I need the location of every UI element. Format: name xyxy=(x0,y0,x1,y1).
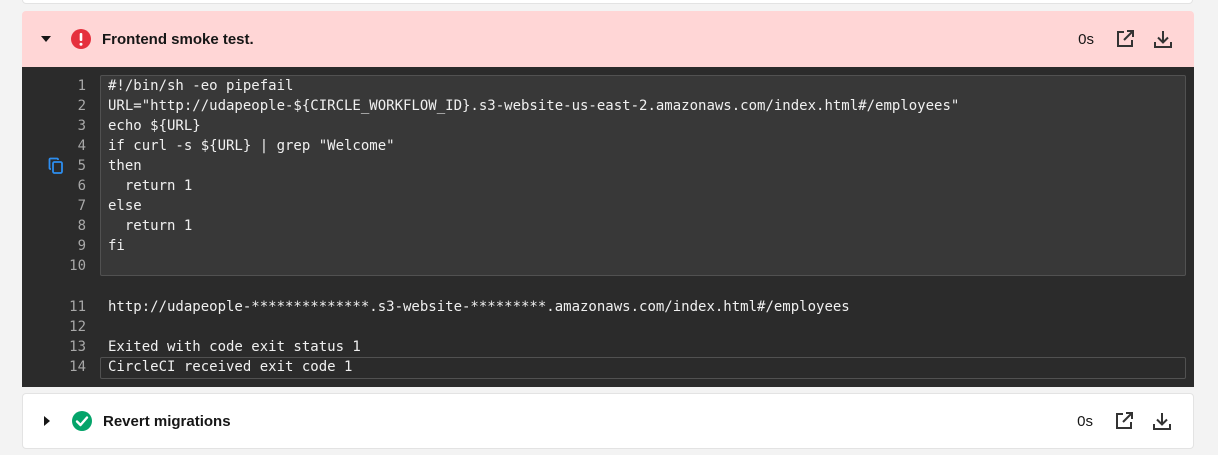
line-number: 4 xyxy=(77,138,86,154)
line-number: 3 xyxy=(77,118,86,134)
line-text: if curl -s ${URL} | grep "Welcome" xyxy=(108,138,395,154)
line-number: 2 xyxy=(77,98,86,114)
line-text: echo ${URL} xyxy=(108,118,201,134)
line-number: 7 xyxy=(77,198,86,214)
line-text: return 1 xyxy=(108,218,193,234)
line-number: 9 xyxy=(77,238,86,254)
download-icon[interactable] xyxy=(1143,402,1181,440)
step-duration: 0s xyxy=(1077,412,1093,430)
line-number: 10 xyxy=(69,258,86,274)
open-in-new-tab-icon[interactable] xyxy=(1106,20,1144,58)
line-text: URL="http://udapeople-${CIRCLE_WORKFLOW_… xyxy=(108,98,960,114)
step-duration: 0s xyxy=(1078,30,1094,48)
line-text: return 1 xyxy=(108,178,193,194)
line-number: 6 xyxy=(77,178,86,194)
error-icon xyxy=(70,28,92,50)
line-text: then xyxy=(108,158,142,174)
line-number: 8 xyxy=(77,218,86,234)
line-number: 11 xyxy=(69,299,86,315)
step-header-revert-migrations[interactable]: Revert migrations 0s xyxy=(22,393,1194,449)
line-text: fi xyxy=(108,238,125,254)
line-number: 13 xyxy=(69,339,86,355)
line-text: http://udapeople-**************.s3-websi… xyxy=(108,299,850,315)
step-title: Revert migrations xyxy=(103,412,231,430)
step-header-frontend-smoke-test[interactable]: Frontend smoke test. 0s xyxy=(22,11,1194,67)
line-text: #!/bin/sh -eo pipefail xyxy=(108,78,294,94)
line-number: 14 xyxy=(69,359,86,375)
line-number: 1 xyxy=(77,78,86,94)
line-number: 12 xyxy=(69,319,86,335)
caret-down-icon[interactable] xyxy=(22,11,70,67)
step-title: Frontend smoke test. xyxy=(102,30,254,48)
caret-right-icon[interactable] xyxy=(23,393,71,449)
line-text: Exited with code exit status 1 xyxy=(108,339,361,355)
job-steps-page: Frontend smoke test. 0s 1 #!/bin/sh -eo … xyxy=(0,0,1218,455)
download-icon[interactable] xyxy=(1144,20,1182,58)
line-text: else xyxy=(108,198,142,214)
check-circle-icon xyxy=(71,410,93,432)
highlighted-line xyxy=(100,357,1186,379)
line-number: 5 xyxy=(77,158,86,174)
previous-step-card xyxy=(22,0,1193,4)
step-console-output: 1 #!/bin/sh -eo pipefail 2 URL="http://udap… xyxy=(22,67,1194,387)
open-in-new-tab-icon[interactable] xyxy=(1105,402,1143,440)
